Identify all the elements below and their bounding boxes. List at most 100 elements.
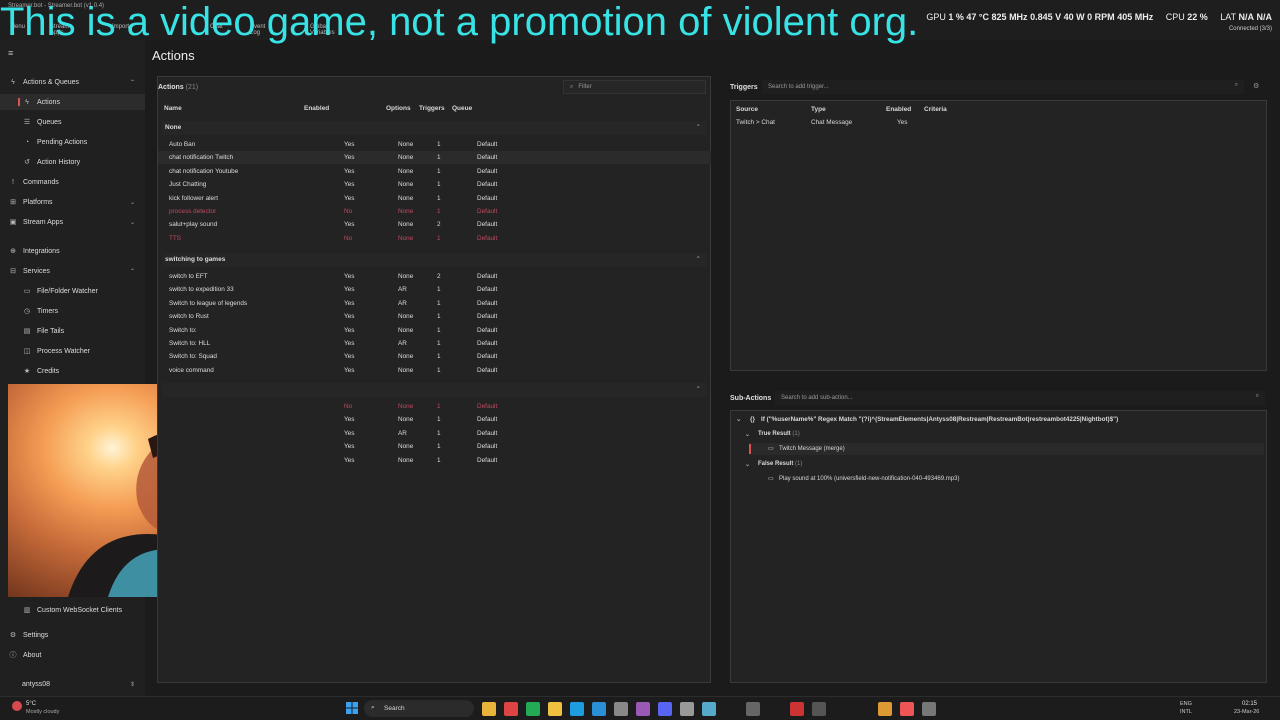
col-type[interactable]: Type <box>811 106 826 113</box>
sidebar-item-timers[interactable]: ◷ Timers <box>0 303 145 319</box>
chevron-up-icon[interactable]: ⌃ <box>696 255 701 263</box>
group-name: switching to games <box>165 256 226 263</box>
chrome-icon[interactable] <box>504 702 518 716</box>
chevron-up-icon[interactable]: ⌃ <box>696 385 701 393</box>
table-row[interactable]: TTS No None 1 Default <box>158 232 711 245</box>
chevron-updown-icon[interactable]: ⇕ <box>130 681 135 688</box>
table-row[interactable]: switch to Rust Yes None 1 Default <box>158 310 711 323</box>
false-subaction-item[interactable]: ▭ Play sound at 100% (universfield-new-n… <box>749 473 1264 485</box>
action-triggers: 1 <box>437 181 441 189</box>
action-group-header[interactable]: None ⌃ <box>162 121 707 135</box>
true-subaction-item[interactable]: ▭ Twitch Message (merge) <box>749 443 1264 455</box>
col-enabled[interactable]: Enabled <box>886 106 911 113</box>
settings-icon[interactable]: ⚙ <box>1253 82 1259 90</box>
chrome-active-icon[interactable] <box>900 702 914 716</box>
sidebar-item-file-folder-watcher[interactable]: ▭ File/Folder Watcher <box>0 283 145 299</box>
browser-icon[interactable] <box>878 702 892 716</box>
sidebar-item-credits[interactable]: ★ Credits <box>0 363 145 379</box>
file-explorer-icon[interactable] <box>482 702 496 716</box>
trigger-search-input[interactable]: Search to add trigger... ⌕ <box>762 80 1244 94</box>
clock-time[interactable]: 02:15 <box>1242 701 1257 707</box>
sidebar-item-label: Stream Apps <box>23 218 64 226</box>
sidebar-item-about[interactable]: ⓘ About <box>0 647 145 663</box>
sidebar-item-services[interactable]: ⊟ Services ⌃ <box>0 263 145 279</box>
table-row[interactable]: Yes None 1 Default <box>158 454 711 467</box>
language-code[interactable]: ENG <box>1180 701 1192 707</box>
trigger-row[interactable]: Twitch > Chat Chat Message Yes <box>731 117 1266 129</box>
chevron-up-icon[interactable]: ⌃ <box>130 268 135 275</box>
table-row[interactable]: Yes AR 1 Default <box>158 427 711 440</box>
col-criteria[interactable]: Criteria <box>924 106 947 113</box>
vscode-icon[interactable] <box>592 702 606 716</box>
app-icon-3[interactable] <box>922 702 936 716</box>
action-name: chat notification Youtube <box>169 167 239 175</box>
hamburger-icon[interactable]: ≡ <box>8 48 13 58</box>
action-enabled: Yes <box>344 443 355 451</box>
table-row[interactable]: Switch to: Yes None 1 Default <box>158 324 711 337</box>
table-row[interactable]: Auto Ban Yes None 1 Default <box>158 138 711 151</box>
false-result-count: (1) <box>795 461 803 467</box>
sidebar-item-actions[interactable]: ϟ Actions <box>0 94 145 110</box>
action-enabled: Yes <box>344 416 355 424</box>
taskbar-search[interactable]: ⌕ Search <box>364 700 474 717</box>
table-row[interactable]: Yes None 1 Default <box>158 413 711 426</box>
table-row[interactable]: switch to EFT Yes None 2 Default <box>158 270 711 283</box>
sidebar-item-pending-actions[interactable]: ◔ Pending Actions <box>0 134 145 150</box>
col-source[interactable]: Source <box>736 106 758 113</box>
clock-date[interactable]: 23-Mar-26 <box>1234 709 1259 715</box>
keyboard-layout[interactable]: INTL <box>1180 709 1192 715</box>
sidebar-item-settings[interactable]: ⚙ Settings <box>0 627 145 643</box>
table-row[interactable]: Just Chatting Yes None 1 Default <box>158 178 711 191</box>
windows-start-icon[interactable] <box>346 702 358 714</box>
if-subaction[interactable]: ⌄ {} If ("%userName%" Regex Match "(?i)^… <box>731 413 1266 426</box>
calendar-icon[interactable] <box>790 702 804 716</box>
chevron-up-icon[interactable]: ⌃ <box>696 123 701 131</box>
sidebar-item-actions-queues[interactable]: ϟ Actions & Queues ⌃ <box>0 74 145 90</box>
chevron-down-icon[interactable]: ⌄ <box>745 431 750 438</box>
sidebar-item-file-tails[interactable]: ▤ File Tails <box>0 323 145 339</box>
table-row[interactable]: voice command Yes None 1 Default <box>158 364 711 377</box>
table-row[interactable]: No None 1 Default <box>158 400 711 413</box>
music-icon[interactable] <box>614 702 628 716</box>
table-row[interactable]: Switch to: HLL Yes AR 1 Default <box>158 337 711 350</box>
action-enabled: Yes <box>344 154 355 162</box>
app-icon-2[interactable] <box>702 702 716 716</box>
user-selector[interactable]: antyss08 ⇕ <box>0 676 145 692</box>
folder-icon[interactable] <box>548 702 562 716</box>
table-row[interactable]: Switch to: Squad Yes None 1 Default <box>158 350 711 363</box>
sidebar-item-queues[interactable]: ☰ Queues <box>0 114 145 130</box>
table-row[interactable]: process detector No None 1 Default <box>158 205 711 218</box>
settings-icon[interactable] <box>680 702 694 716</box>
sidebar-item-action-history[interactable]: ↺ Action History <box>0 154 145 170</box>
search-icon: ⌕ <box>1255 393 1259 399</box>
weather-icon[interactable] <box>12 701 22 711</box>
sidebar-item-platforms[interactable]: ⊞ Platforms ⌄ <box>0 194 145 210</box>
sidebar-item-integrations[interactable]: ⊕ Integrations <box>0 243 145 259</box>
table-row[interactable]: chat notification Youtube Yes None 1 Default <box>158 165 711 178</box>
steam-icon[interactable] <box>526 702 540 716</box>
table-row[interactable]: chat notification Twitch Yes None 1 Default <box>158 151 711 165</box>
app-icon[interactable] <box>636 702 650 716</box>
table-row[interactable]: switch to expedition 33 Yes AR 1 Default <box>158 283 711 296</box>
sidebar-item-process-watcher[interactable]: ◫ Process Watcher <box>0 343 145 359</box>
chevron-down-icon[interactable]: ⌄ <box>745 461 750 468</box>
sidebar-item-custom-websocket-clients[interactable]: ▥ Custom WebSocket Clients <box>0 602 145 618</box>
table-row[interactable]: kick follower alert Yes None 1 Default <box>158 192 711 205</box>
if-condition-text: If ("%userName%" Regex Match "(?i)^(Stre… <box>761 416 1119 423</box>
sidebar-item-stream-apps[interactable]: ▣ Stream Apps ⌄ <box>0 214 145 230</box>
table-row[interactable]: salut+play sound Yes None 2 Default <box>158 218 711 231</box>
table-row[interactable]: Switch to league of legends Yes AR 1 Default <box>158 297 711 310</box>
subaction-search-input[interactable]: Search to add sub-action... ⌕ <box>775 391 1265 405</box>
discord-icon[interactable] <box>658 702 672 716</box>
edge-icon[interactable] <box>570 702 584 716</box>
obs-icon[interactable] <box>812 702 826 716</box>
sidebar-item-commands[interactable]: ! Commands <box>0 174 145 190</box>
action-group-header[interactable]: ⌃ <box>162 383 707 397</box>
chevron-down-icon[interactable]: ⌄ <box>130 199 135 206</box>
table-row[interactable]: Yes None 1 Default <box>158 440 711 453</box>
chevron-down-icon[interactable]: ⌄ <box>736 416 741 423</box>
action-group-header[interactable]: switching to games ⌃ <box>162 253 707 267</box>
chevron-up-icon[interactable]: ⌃ <box>130 79 135 86</box>
chevron-down-icon[interactable]: ⌄ <box>130 219 135 226</box>
terminal-icon[interactable] <box>746 702 760 716</box>
